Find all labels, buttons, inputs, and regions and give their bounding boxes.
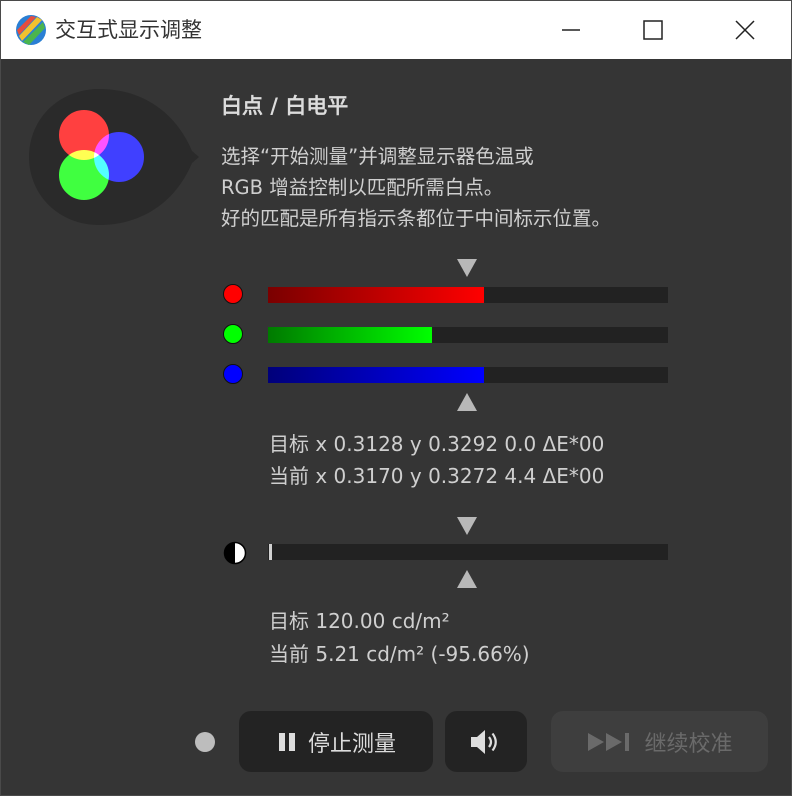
luminance-bar	[268, 544, 668, 560]
luminance-target-top-marker-icon	[457, 517, 477, 535]
title-bar: 交互式显示调整	[1, 1, 791, 59]
window-title: 交互式显示调整	[55, 18, 202, 42]
section-heading: 白点 / 白电平	[221, 94, 349, 118]
rgb-target-top-marker-icon	[457, 259, 477, 277]
chromaticity-target-text: 目标 x 0.3128 y 0.3292 0.0 ΔE*00	[269, 432, 605, 456]
brightness-contrast-icon	[223, 541, 247, 565]
app-logo-icon	[16, 15, 46, 45]
minimize-icon	[562, 29, 580, 31]
blue-channel-dot-icon	[223, 364, 243, 384]
instruction-line: RGB 增益控制以匹配所需白点。	[221, 176, 504, 199]
luminance-target-text: 目标 120.00 cd/m²	[269, 609, 450, 633]
continue-calibration-button[interactable]: 继续校准	[551, 711, 768, 772]
sound-toggle-button[interactable]	[445, 711, 527, 772]
blue-gain-fill	[268, 367, 484, 383]
rgb-circles-logo-icon	[29, 89, 199, 225]
green-gain-bar	[268, 327, 668, 343]
app-window: 交互式显示调整 白点 / 白电平 选择“开始测量”并调整显示器色温或 RGB 增…	[0, 0, 792, 796]
skip-forward-icon	[588, 732, 630, 751]
blue-gain-bar	[268, 367, 668, 383]
red-gain-fill	[268, 287, 484, 303]
instruction-line: 选择“开始测量”并调整显示器色温或	[221, 145, 534, 168]
stop-measurement-label: 停止测量	[307, 731, 396, 757]
chromaticity-current-text: 当前 x 0.3170 y 0.3272 4.4 ΔE*00	[269, 464, 605, 488]
close-icon	[735, 20, 755, 40]
luminance-current-text: 当前 5.21 cd/m² (-95.66%)	[269, 642, 530, 666]
red-channel-dot-icon	[223, 284, 243, 304]
green-gain-fill	[268, 327, 432, 343]
luminance-fill	[269, 544, 272, 560]
maximize-icon	[643, 20, 663, 40]
speaker-icon	[471, 729, 497, 754]
close-button[interactable]	[699, 1, 791, 59]
red-gain-bar	[268, 287, 668, 303]
instruction-line: 好的匹配是所有指示条都位于中间标示位置。	[221, 207, 612, 230]
instructions-text: 选择“开始测量”并调整显示器色温或 RGB 增益控制以匹配所需白点。 好的匹配是…	[221, 141, 611, 234]
minimize-button[interactable]	[525, 1, 617, 59]
pause-icon	[278, 732, 295, 751]
green-channel-dot-icon	[223, 324, 243, 344]
luminance-target-bottom-marker-icon	[457, 570, 477, 588]
maximize-button[interactable]	[607, 1, 699, 59]
continue-calibration-label: 继续校准	[644, 731, 733, 757]
rgb-target-bottom-marker-icon	[457, 393, 477, 411]
stop-measurement-button[interactable]: 停止测量	[239, 711, 433, 772]
measurement-status-indicator	[195, 732, 215, 752]
